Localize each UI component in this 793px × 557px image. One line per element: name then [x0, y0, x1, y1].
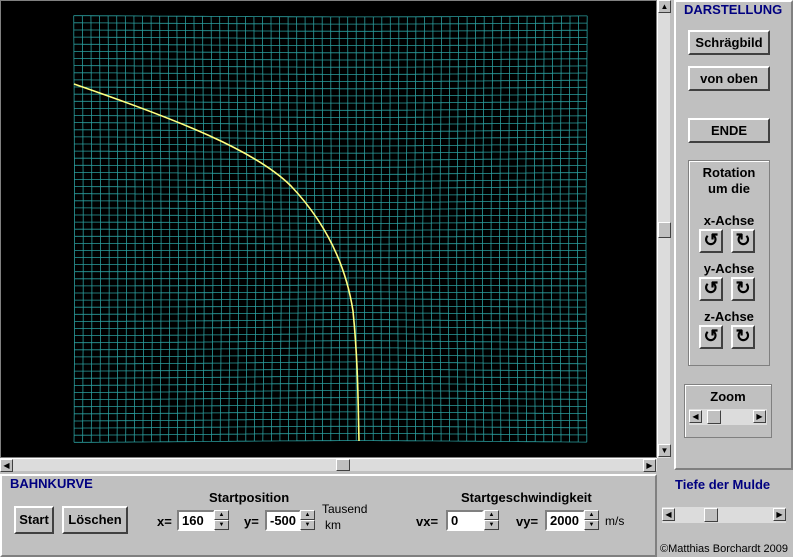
depth-decrease-icon[interactable]: ◀ — [662, 508, 675, 521]
velocity-unit-label: m/s — [605, 514, 625, 528]
display-panel: DARSTELLUNG Schrägbild von oben ENDE Rot… — [674, 0, 793, 470]
horizontal-scrollbar[interactable]: ◀ ▶ — [0, 458, 657, 472]
zoom-label: Zoom — [710, 389, 746, 404]
horizontal-scroll-thumb[interactable] — [336, 459, 350, 471]
rotate-x-ccw-icon[interactable]: ↺ — [699, 229, 723, 253]
vx-field-label: vx= — [416, 514, 439, 529]
x-position-stepper[interactable]: ▲ ▼ — [214, 510, 229, 531]
start-button[interactable]: Start — [14, 506, 54, 534]
zoom-slider[interactable]: ◀ ▶ — [689, 409, 767, 425]
zoom-group: Zoom ◀ ▶ — [684, 384, 772, 438]
oblique-view-button[interactable]: Schrägbild — [688, 30, 770, 55]
zoom-increase-icon[interactable]: ▶ — [753, 410, 766, 423]
vertical-scroll-thumb[interactable] — [658, 222, 671, 238]
mesh-grid — [73, 15, 588, 443]
vertical-scrollbar[interactable]: ▲ ▼ — [657, 0, 671, 458]
rotation-subtitle: um die — [708, 181, 750, 196]
y-position-input[interactable]: -500 — [265, 510, 301, 531]
clear-button[interactable]: Löschen — [62, 506, 128, 534]
x-axis-label: x-Achse — [703, 213, 755, 228]
scroll-up-icon[interactable]: ▲ — [658, 0, 671, 13]
top-view-button[interactable]: von oben — [688, 66, 770, 91]
zoom-slider-thumb[interactable] — [707, 410, 721, 424]
depth-heading: Tiefe der Mulde — [673, 477, 773, 492]
rotate-x-cw-icon[interactable]: ↻ — [731, 229, 755, 253]
z-axis-label: z-Achse — [704, 309, 754, 324]
start-velocity-heading: Startgeschwindigkeit — [461, 490, 592, 505]
rotation-group: Rotation um die x-Achse ↺ ↻ y-Achse ↺ ↻ … — [688, 160, 770, 366]
y-field-label: y= — [244, 514, 259, 529]
gravity-well-mesh — [73, 15, 588, 443]
rotate-z-cw-icon[interactable]: ↻ — [731, 325, 755, 349]
rotate-y-cw-icon[interactable]: ↻ — [731, 277, 755, 301]
scroll-right-icon[interactable]: ▶ — [643, 459, 656, 472]
vx-velocity-input[interactable]: 0 — [446, 510, 484, 531]
vy-velocity-stepper[interactable]: ▲ ▼ — [584, 510, 599, 531]
start-position-heading: Startposition — [209, 490, 290, 505]
y-position-stepper[interactable]: ▲ ▼ — [300, 510, 315, 531]
depth-slider[interactable]: ◀ ▶ — [662, 507, 786, 523]
zoom-decrease-icon[interactable]: ◀ — [689, 410, 702, 423]
vy-field-label: vy= — [516, 514, 539, 529]
depth-increase-icon[interactable]: ▶ — [773, 508, 786, 521]
depth-slider-thumb[interactable] — [704, 508, 718, 522]
rotate-z-ccw-icon[interactable]: ↺ — [699, 325, 723, 349]
x-field-label: x= — [157, 514, 172, 529]
x-position-input[interactable]: 160 — [177, 510, 215, 531]
vy-velocity-input[interactable]: 2000 — [545, 510, 585, 531]
position-unit-label: Tausend — [322, 502, 368, 516]
vx-velocity-stepper[interactable]: ▲ ▼ — [484, 510, 499, 531]
scroll-down-icon[interactable]: ▼ — [658, 444, 671, 457]
trajectory-panel: BAHNKURVE Start Löschen Startposition x=… — [0, 474, 657, 557]
position-unit-label-2: km — [325, 518, 341, 532]
mesh-viewport — [0, 0, 657, 458]
scroll-left-icon[interactable]: ◀ — [0, 459, 13, 472]
display-heading: DARSTELLUNG — [682, 2, 785, 17]
y-axis-label: y-Achse — [703, 261, 755, 276]
copyright-text: ©Matthias Borchardt 2009 — [660, 543, 788, 555]
rotation-title: Rotation — [702, 165, 756, 180]
depth-panel: Tiefe der Mulde ◀ ▶ ©Matthias Borchardt … — [657, 474, 793, 557]
rotate-y-ccw-icon[interactable]: ↺ — [699, 277, 723, 301]
trajectory-heading: BAHNKURVE — [8, 476, 95, 491]
end-button[interactable]: ENDE — [688, 118, 770, 143]
